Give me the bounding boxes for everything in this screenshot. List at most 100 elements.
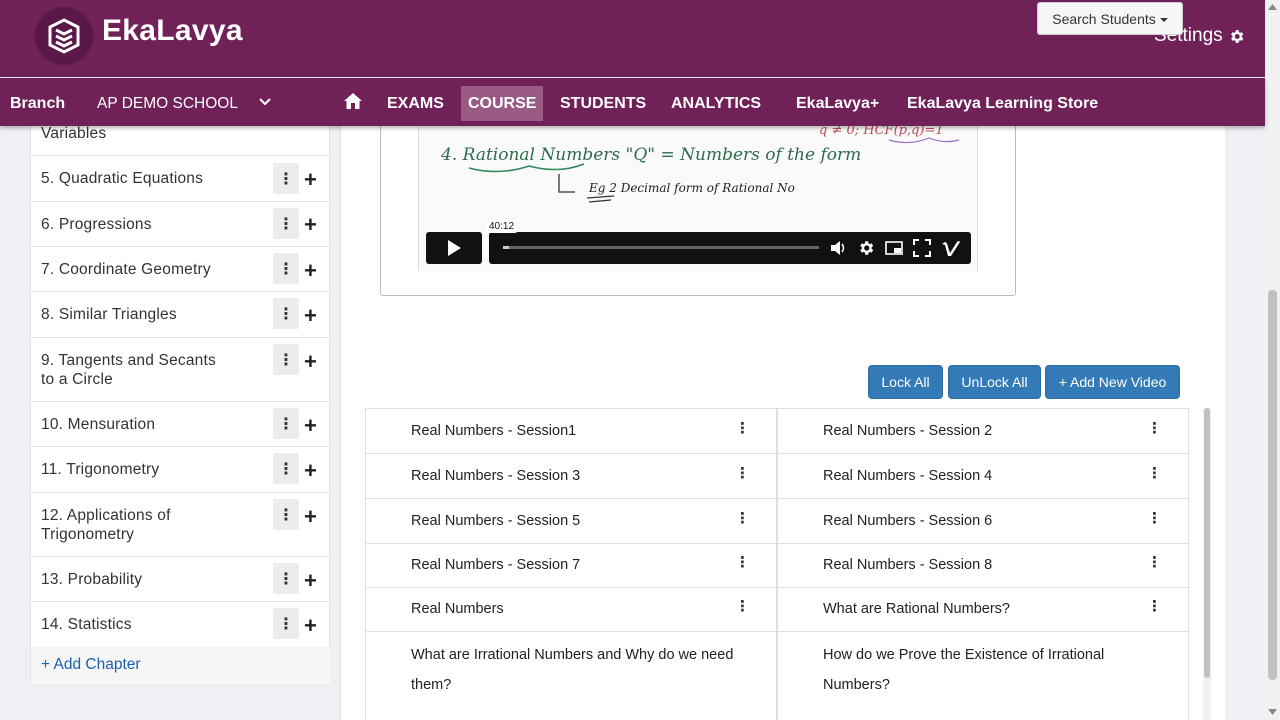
play-button[interactable] [426,232,482,264]
volume-icon[interactable] [829,239,847,257]
video-item[interactable]: How do we Prove the Existence of Irratio… [777,632,1189,720]
kebab-menu-icon[interactable]: ⋮ [1147,597,1162,615]
video-title: Real Numbers [411,601,504,617]
video-progress-bar[interactable] [503,246,819,249]
unlock-all-button[interactable]: UnLock All [948,365,1041,399]
scroll-up-icon[interactable] [1268,4,1277,10]
kebab-menu-icon[interactable]: ⋮ [273,563,299,594]
chapter-title: 5. Quadratic Equations [41,170,204,187]
video-title: Real Numbers - Session 8 [823,557,993,573]
add-icon[interactable]: + [304,351,317,373]
chapter-row[interactable]: 6. Progressions ⋮ + [31,202,331,247]
caret-down-icon [1159,17,1168,22]
kebab-menu-icon[interactable]: ⋮ [735,553,750,571]
add-icon[interactable]: + [304,460,317,482]
gear-icon[interactable] [857,239,875,257]
video-item[interactable]: Real Numbers - Session1 ⋮ [365,409,777,454]
video-title: Real Numbers - Session 3 [411,468,581,484]
chevron-down-icon[interactable] [259,98,271,106]
kebab-menu-icon[interactable]: ⋮ [735,419,750,437]
add-icon[interactable]: + [304,305,317,327]
brand-logo[interactable] [35,7,93,65]
chapter-row[interactable]: 7. Coordinate Geometry ⋮ + [31,247,331,292]
page-scrollbar[interactable] [1265,0,1280,720]
scroll-down-icon[interactable] [1268,709,1277,715]
kebab-menu-icon[interactable]: ⋮ [1147,419,1162,437]
add-icon[interactable]: + [304,415,317,437]
video-item[interactable]: What are Irrational Numbers and Why do w… [365,632,777,720]
kebab-menu-icon[interactable]: ⋮ [735,509,750,527]
nav-analytics[interactable]: ANALYTICS [664,86,768,121]
vimeo-logo-icon[interactable] [941,239,961,257]
kebab-menu-icon[interactable]: ⋮ [273,453,299,484]
video-item[interactable]: Real Numbers - Session 3 ⋮ [365,454,777,499]
video-title: What are Irrational Numbers and Why do w… [411,647,734,693]
chapter-row[interactable]: Variables [31,125,331,156]
chapter-row[interactable]: 13. Probability ⋮ + [31,557,331,602]
chapter-title: 8. Similar Triangles [41,306,177,323]
kebab-menu-icon[interactable]: ⋮ [273,499,299,530]
video-title: Real Numbers - Session 6 [823,513,993,529]
nav-ekalavya-plus[interactable]: EkaLavya+ [789,86,886,121]
add-icon[interactable]: + [304,506,317,528]
kebab-menu-icon[interactable]: ⋮ [273,298,299,329]
kebab-menu-icon[interactable]: ⋮ [273,408,299,439]
video-item[interactable]: Real Numbers - Session 4 ⋮ [777,454,1189,499]
chapter-title: 10. Mensuration [41,416,156,433]
chapter-list: Variables 5. Quadratic Equations ⋮ + 6. … [30,125,331,684]
page-scroll-thumb[interactable] [1268,290,1277,680]
video-item[interactable]: Real Numbers - Session 2 ⋮ [777,409,1189,454]
video-item[interactable]: Real Numbers - Session 8 ⋮ [777,544,1189,588]
chapter-row[interactable]: 9. Tangents and Secants to a Circle ⋮ + [31,338,331,402]
chapter-row[interactable]: 8. Similar Triangles ⋮ + [31,292,331,338]
kebab-menu-icon[interactable]: ⋮ [273,608,299,639]
add-new-video-button[interactable]: + Add New Video [1045,365,1180,399]
add-chapter-link[interactable]: + Add Chapter [41,656,141,674]
kebab-menu-icon[interactable]: ⋮ [273,344,299,375]
chapter-row[interactable]: 5. Quadratic Equations ⋮ + [31,156,331,202]
chapter-row[interactable]: 12. Applications of Trigonometry ⋮ + [31,493,331,557]
kebab-menu-icon[interactable]: ⋮ [735,597,750,615]
chapter-row[interactable]: 10. Mensuration ⋮ + [31,402,331,447]
fullscreen-icon[interactable] [913,239,931,257]
kebab-menu-icon[interactable]: ⋮ [1147,464,1162,482]
video-item[interactable]: What are Rational Numbers? ⋮ [777,588,1189,632]
nav-course[interactable]: COURSE [461,86,544,121]
chapter-title: 9. Tangents and Secants to a Circle [41,352,216,388]
nav-students[interactable]: STUDENTS [553,86,653,121]
video-item[interactable]: Real Numbers - Session 7 ⋮ [365,544,777,588]
kebab-menu-icon[interactable]: ⋮ [273,163,299,194]
time-tooltip: 40:12 [486,220,518,233]
search-students-label: Search Students [1052,10,1156,27]
chapter-row[interactable]: 14. Statistics ⋮ + [31,602,331,647]
add-icon[interactable]: + [304,214,317,236]
add-icon[interactable]: + [304,615,317,637]
video-item[interactable]: Real Numbers - Session 5 ⋮ [365,499,777,544]
video-list-scrollbar[interactable] [1203,408,1211,720]
add-icon[interactable]: + [304,169,317,191]
lock-all-button[interactable]: Lock All [868,365,943,399]
home-icon[interactable] [343,92,363,110]
video-list: Real Numbers - Session1 ⋮ Real Numbers -… [365,408,1190,720]
top-header: EkaLavya Settings Search Students [0,0,1265,77]
add-icon[interactable]: + [304,570,317,592]
add-icon[interactable]: + [304,260,317,282]
nav-learning-store[interactable]: EkaLavya Learning Store [900,86,1105,121]
board-line-1: 4. Rational Numbers "Q" = Numbers of the… [440,145,861,165]
video-item[interactable]: Real Numbers - Session 6 ⋮ [777,499,1189,544]
brand-logo-icon [48,18,80,54]
kebab-menu-icon[interactable]: ⋮ [1147,553,1162,571]
nav-exams[interactable]: EXAMS [380,86,451,121]
video-item[interactable]: Real Numbers ⋮ [365,588,777,632]
kebab-menu-icon[interactable]: ⋮ [1147,509,1162,527]
brand-name[interactable]: EkaLavya [102,14,243,48]
school-select[interactable]: AP DEMO SCHOOL [97,95,238,113]
kebab-menu-icon[interactable]: ⋮ [735,464,750,482]
kebab-menu-icon[interactable]: ⋮ [273,253,299,284]
video-list-scroll-thumb[interactable] [1204,408,1210,678]
chapter-title: 7. Coordinate Geometry [41,261,211,278]
kebab-menu-icon[interactable]: ⋮ [273,208,299,239]
chapter-row[interactable]: 11. Trigonometry ⋮ + [31,447,331,493]
picture-in-picture-icon[interactable] [885,239,903,257]
search-students-button[interactable]: Search Students [1037,2,1183,35]
